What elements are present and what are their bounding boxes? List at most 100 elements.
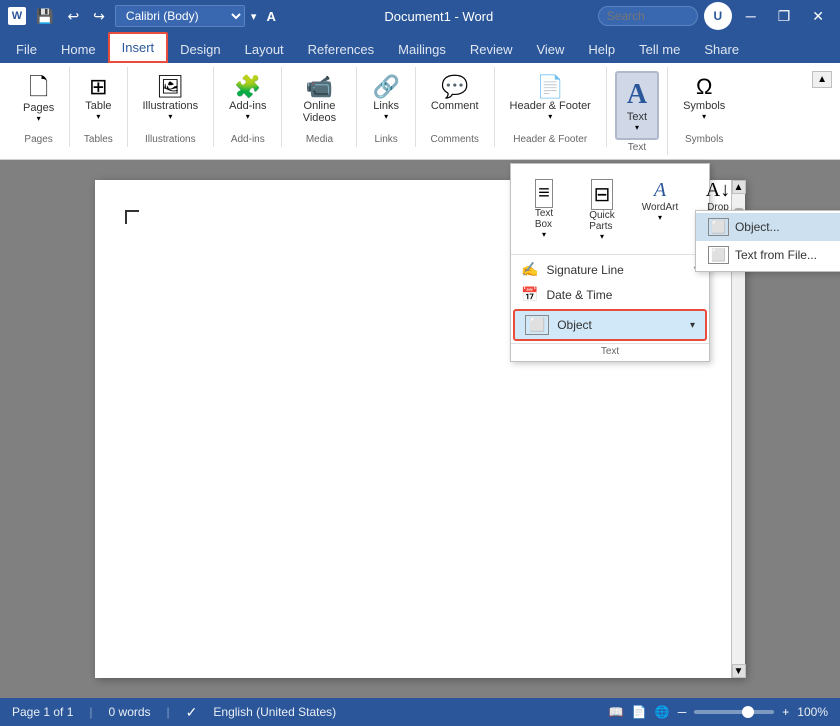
zoom-in-button[interactable]: + — [782, 705, 789, 719]
symbols-button[interactable]: Ω Symbols ▾ — [676, 71, 732, 126]
close-button[interactable]: ✕ — [804, 0, 832, 32]
zoom-out-button[interactable]: ─ — [678, 705, 687, 719]
tab-home[interactable]: Home — [49, 36, 108, 63]
onlinevideos-button[interactable]: 📹 Online Videos — [290, 71, 348, 129]
pages-button[interactable]: 🗋 Pages ▾ — [16, 71, 61, 128]
user-avatar[interactable]: U — [704, 2, 732, 30]
headerfooter-button[interactable]: 📄 Header & Footer ▾ — [503, 71, 598, 126]
signatureline-label: Signature Line — [546, 263, 623, 277]
comments-buttons: 💬 Comment — [424, 67, 486, 132]
view-icon-read[interactable]: 📖 — [609, 705, 624, 719]
links-button[interactable]: 🔗 Links ▾ — [365, 71, 406, 126]
tab-design[interactable]: Design — [168, 36, 232, 63]
ribbon-scroll-up[interactable]: ▲ — [812, 71, 832, 88]
symbols-arrow: ▾ — [702, 112, 706, 121]
addins-arrow: ▾ — [246, 112, 250, 121]
illustrations-label: Illustrations — [143, 100, 199, 112]
links-buttons: 🔗 Links ▾ — [365, 67, 406, 132]
media-buttons: 📹 Online Videos — [290, 67, 348, 132]
illustrations-icon: 🖼 — [156, 76, 184, 98]
links-label: Links — [373, 100, 399, 112]
comment-button[interactable]: 💬 Comment — [424, 71, 486, 117]
object-dropdown: ⬜ Object... ⬜ Text from File... — [695, 210, 840, 272]
redo-button[interactable]: ↪ — [89, 6, 109, 27]
textfromfile-icon: ⬜ — [708, 246, 729, 264]
wordart-label: WordArt — [642, 202, 679, 213]
group-links: 🔗 Links ▾ Links — [357, 67, 415, 147]
quickparts-arrow: ▾ — [600, 232, 604, 241]
wordart-dropdown-button[interactable]: A WordArt ▾ — [635, 174, 685, 227]
symbols-label: Symbols — [683, 100, 725, 112]
text-button[interactable]: A Text ▾ — [615, 71, 659, 140]
text-buttons: A Text ▾ — [615, 67, 659, 140]
addins-buttons: 🧩 Add-ins ▾ — [222, 67, 273, 132]
tab-share[interactable]: Share — [692, 36, 751, 63]
datetime-label: Date & Time — [546, 288, 612, 302]
title-bar: W 💾 ↩ ↪ Calibri (Body) ▾ A Document1 - W… — [0, 0, 840, 32]
addins-group-label: Add-ins — [231, 132, 265, 147]
wordart-arrow: ▾ — [658, 213, 662, 222]
word-app-icon: W — [8, 7, 26, 25]
format-button[interactable]: A — [262, 7, 279, 26]
ribbon-scroll: ▲ — [812, 67, 832, 88]
group-pages: 🗋 Pages ▾ Pages — [8, 67, 70, 147]
zoom-slider[interactable] — [694, 710, 774, 714]
wordart-icon: A — [654, 179, 666, 202]
tab-layout[interactable]: Layout — [233, 36, 296, 63]
search-input[interactable] — [598, 6, 698, 26]
tab-references[interactable]: References — [296, 36, 386, 63]
addins-icon: 🧩 — [234, 76, 261, 98]
restore-button[interactable]: ❐ — [770, 0, 799, 32]
signatureline-button[interactable]: ✍ Signature Line ▾ — [511, 257, 709, 282]
object-label: Object — [557, 318, 592, 332]
quickparts-dropdown-button[interactable]: ⊟ QuickParts ▾ — [577, 174, 627, 246]
headerfooter-group-label: Header & Footer — [513, 132, 587, 147]
illustrations-button[interactable]: 🖼 Illustrations ▾ — [136, 71, 206, 126]
object-icon: ⬜ — [525, 315, 549, 335]
save-button[interactable]: 💾 — [32, 6, 57, 27]
addins-button[interactable]: 🧩 Add-ins ▾ — [222, 71, 273, 126]
tab-tellme[interactable]: Tell me — [627, 36, 692, 63]
quickparts-label: QuickParts — [589, 210, 615, 232]
text-dropdown-grouplabel: Text — [511, 343, 709, 357]
links-group-label: Links — [374, 132, 397, 147]
tab-file[interactable]: File — [4, 36, 49, 63]
font-selector[interactable]: Calibri (Body) — [115, 5, 245, 27]
tab-mailings[interactable]: Mailings — [386, 36, 458, 63]
datetime-button[interactable]: 📅 Date & Time — [511, 282, 709, 307]
status-right: 📖 📄 🌐 ─ + 100% — [609, 705, 828, 719]
pages-icon: 🗋 — [29, 76, 48, 100]
status-sep2: | — [167, 705, 170, 719]
headerfooter-label: Header & Footer — [510, 100, 591, 112]
document-title: Document1 - Word — [384, 9, 493, 24]
undo-button[interactable]: ↩ — [63, 6, 83, 27]
view-icon-web[interactable]: 🌐 — [655, 705, 670, 719]
object-dropdown-button[interactable]: ⬜ Object ▾ — [513, 309, 707, 341]
table-icon: ⊞ — [89, 76, 107, 98]
table-label: Table — [85, 100, 111, 112]
zoom-slider-thumb[interactable] — [742, 706, 754, 718]
minimize-button[interactable]: ─ — [738, 0, 764, 32]
tab-help[interactable]: Help — [576, 36, 627, 63]
tab-review[interactable]: Review — [458, 36, 525, 63]
table-arrow: ▾ — [96, 112, 100, 121]
title-bar-right: U ─ ❐ ✕ — [598, 0, 832, 32]
group-comments: 💬 Comment Comments — [416, 67, 495, 147]
group-tables: ⊞ Table ▾ Tables — [70, 67, 127, 147]
scroll-down-arrow[interactable]: ▼ — [732, 664, 746, 678]
datetime-icon: 📅 — [521, 286, 538, 303]
object-item-object[interactable]: ⬜ Object... — [696, 213, 840, 241]
dropcap-icon: A↓ — [706, 179, 730, 202]
textfromfile-label: Text from File... — [735, 248, 817, 262]
table-button[interactable]: ⊞ Table ▾ — [78, 71, 118, 126]
object-item-textfromfile[interactable]: ⬜ Text from File... — [696, 241, 840, 269]
textbox-dropdown-button[interactable]: ≡ TextBox ▾ — [519, 174, 569, 244]
text-dropdown: ≡ TextBox ▾ ⊟ QuickParts ▾ A WordArt ▾ A… — [510, 163, 710, 362]
tab-view[interactable]: View — [524, 36, 576, 63]
signatureline-icon: ✍ — [521, 261, 538, 278]
quickparts-icon: ⊟ — [591, 179, 614, 210]
tab-insert[interactable]: Insert — [108, 32, 169, 63]
group-media: 📹 Online Videos Media — [282, 67, 357, 147]
view-icon-print[interactable]: 📄 — [632, 705, 647, 719]
page-number: Page 1 of 1 — [12, 705, 73, 719]
